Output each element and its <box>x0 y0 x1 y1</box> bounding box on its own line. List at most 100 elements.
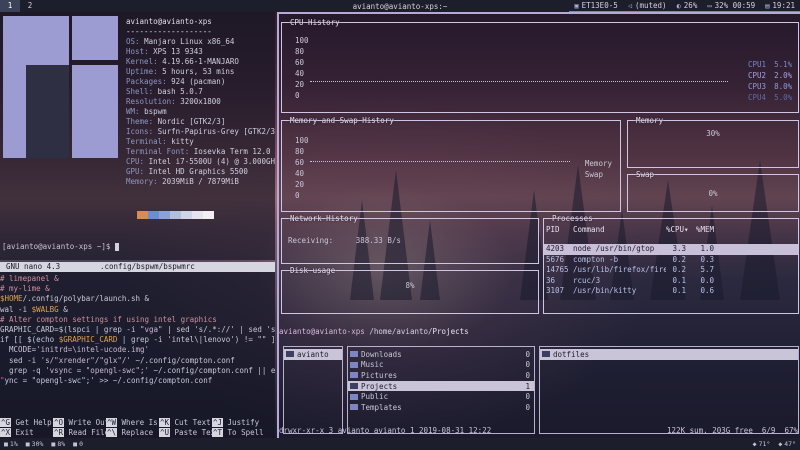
col-cpu[interactable]: %CPU▾ <box>666 225 689 234</box>
status-module-text: ET13E0-5 <box>581 1 618 10</box>
ranger-item[interactable]: Pictures 0 <box>348 370 534 381</box>
fan-icon: ◆ <box>778 440 783 448</box>
cpu-graph-line <box>310 76 728 82</box>
ranger-item[interactable]: Templates 0 <box>348 402 534 413</box>
nano-token: # Alter compton settings if using intel … <box>0 314 217 324</box>
nano-line: "ync = "opengl-swc";' >> ~/.config/compt… <box>0 376 275 386</box>
ranger-item[interactable]: Music 0 <box>348 360 534 371</box>
nano-line: GRAPHIC_CARD=$(lspci | grep -i "vga" | s… <box>0 325 275 335</box>
nano-shortcut[interactable]: ^K Cut Text <box>159 418 212 428</box>
ranger-parent-column[interactable]: avianto <box>283 346 343 434</box>
terminal-neofetch[interactable]: avianto@avianto-xps ------------------- … <box>0 12 275 260</box>
clock-icon: ▤ <box>765 1 770 10</box>
volume-icon: ◁ <box>627 1 632 10</box>
col-command[interactable]: Command <box>573 225 666 234</box>
ranger-item[interactable]: dotfiles <box>540 349 798 360</box>
col-mem[interactable]: %MEM <box>686 225 714 234</box>
nano-shortcut[interactable]: ^T To Spell <box>212 428 265 438</box>
neofetch-key: OS <box>126 37 136 46</box>
nano-filename: .config/bspwm/bspwmrc <box>100 262 195 271</box>
ranger-list[interactable]: dotfiles <box>540 347 798 360</box>
network-receiving: Receiving: 388.33 B/s <box>288 236 401 245</box>
nano-shortcut[interactable]: ^\ Replace <box>106 428 159 438</box>
terminal-gtop-ranger[interactable]: CPU History 100 80 60 40 20 0 CPU1 5.1% CPU2 2.0… <box>277 12 800 438</box>
status-module[interactable]: ▣ ET13E0-5 <box>569 0 623 12</box>
status-module[interactable]: ▭ 32% 00:59 <box>702 0 761 12</box>
process-row[interactable]: 5676 compton -b 0.2 0.3 <box>544 255 798 266</box>
process-command: /usr/lib/firefox/firefox <box>573 265 666 274</box>
ranger-current-column[interactable]: Downloads 0 Music 0 Pictures 0 Projects 1 Public… <box>347 346 535 434</box>
col-pid[interactable]: PID <box>546 225 573 234</box>
net-icon: ■ <box>73 440 78 448</box>
ranger-item[interactable]: Downloads 0 <box>348 349 534 360</box>
status-module-text: 32% 00:59 <box>714 1 756 10</box>
bottom-module-text: 8% <box>57 440 66 448</box>
ranger-file-info: drwxr-xr-x 3 avianto avianto 1 2019-08-3… <box>279 426 492 435</box>
status-modules: ▣ ET13E0-5 ◁ (muted) ◐ 26% ▭ 32% 00:59 ▤ 19:21 <box>569 0 800 12</box>
shell-prompt[interactable]: [avianto@avianto-xps ~]$ <box>2 242 119 251</box>
nano-shortcut[interactable]: ^R Read File <box>53 428 109 438</box>
cpu-axis-tick: 0 <box>295 91 300 100</box>
status-module[interactable]: ◐ 26% <box>671 0 703 12</box>
memory-gauge-value: 30% <box>706 129 720 138</box>
memswap-axis-tick: 40 <box>295 169 305 178</box>
ranger-item[interactable]: avianto <box>284 349 342 360</box>
nano-token: $WALBG <box>31 304 59 314</box>
neofetch-row: Resolution: 3200x1800 <box>126 97 275 107</box>
neofetch-key: Memory <box>126 177 154 186</box>
ranger-preview-column[interactable]: dotfiles <box>539 346 799 434</box>
bottom-bar: ■ 1% ■ 30% ■ 8% ■ 0 ◆ 71° ◆ 47° <box>0 438 800 450</box>
bottom-module: ■ 1% <box>0 440 22 448</box>
neofetch-row: Uptime: 5 hours, 53 mins <box>126 67 275 77</box>
nano-token: ync = "opengl-swc";' >> ~/.config/compto… <box>4 376 213 386</box>
cpu-axis: 100 80 60 40 20 0 <box>295 35 309 101</box>
status-module[interactable]: ▤ 19:21 <box>760 0 800 12</box>
cpu-legend-item: CPU3 8.0% <box>748 81 792 92</box>
nano-token: # my-lime & <box>0 284 50 294</box>
nano-shortcut[interactable]: ^W Where Is <box>106 418 159 428</box>
neofetch-row: Theme: Nordic [GTK2/3] <box>126 117 275 127</box>
ranger-list[interactable]: avianto <box>284 347 342 360</box>
ranger-item-count: 0 <box>525 360 530 370</box>
processes-title: Processes <box>552 214 593 223</box>
neofetch-colon: : <box>153 57 163 66</box>
neofetch-colon: : <box>153 177 163 186</box>
shortcut-key: ^K <box>159 418 171 427</box>
process-row[interactable]: 3107/usr/bin/kitty 0.1 0.6 <box>544 286 798 297</box>
cpu-legend-name: CPU2 <box>748 71 767 80</box>
nano-shortcut-row: ^G Get Help ^O Write Out ^W Where Is ^K Cut… <box>0 418 275 428</box>
nano-editor[interactable]: # limepanel & # my-lime & $HOME/.config/po… <box>0 272 275 386</box>
nano-shortcut[interactable]: ^J Justify <box>212 418 265 428</box>
nano-shortcut[interactable]: ^G Get Help <box>0 418 53 428</box>
bottom-module-text: 1% <box>9 440 18 448</box>
nano-token: 'initrd=\intel-ucode.img' <box>36 345 150 355</box>
nano-token: sed -i <box>0 355 41 365</box>
nano-token: if [[ $(echo <box>0 335 59 345</box>
swap-legend-label: Swap <box>584 170 603 179</box>
folder-icon <box>542 351 550 358</box>
process-row[interactable]: 4203 node /usr/bin/gtop 3.3 1.0 <box>544 244 798 255</box>
nano-shortcut[interactable]: ^U Paste Text <box>159 428 220 438</box>
neofetch-key: Terminal Font <box>126 147 185 156</box>
process-row[interactable]: 36 rcuc/3 0.1 0.0 <box>544 276 798 287</box>
neofetch-key: Host <box>126 47 145 56</box>
nano-shortcut[interactable]: ^O Write Out <box>53 418 109 428</box>
ranger-item[interactable]: Public 0 <box>348 391 534 402</box>
ranger-item[interactable]: Projects 1 <box>348 380 534 392</box>
color-swatch <box>203 211 214 219</box>
process-list[interactable]: 4203 node /usr/bin/gtop 3.3 1.0 5676 compton … <box>544 244 798 297</box>
terminal-nano[interactable]: GNU nano 4.3 .config/bspwm/bspwmrc # lim… <box>0 262 275 438</box>
status-module[interactable]: ◁ (muted) <box>622 0 672 12</box>
nano-shortcut[interactable]: ^X Exit <box>0 428 53 438</box>
neofetch-key: GPU <box>126 167 140 176</box>
process-row[interactable]: 14765/usr/lib/firefox/firefox 0.2 5.7 <box>544 265 798 276</box>
neofetch-key: WM <box>126 107 136 116</box>
ranger-item-name: Public <box>361 392 389 402</box>
nano-version: GNU nano 4.3 <box>6 262 61 271</box>
nano-token: MCODE= <box>0 345 37 355</box>
workspace-1[interactable]: 1 <box>0 0 20 12</box>
ranger-list[interactable]: Downloads 0 Music 0 Pictures 0 Projects 1 Public… <box>348 347 534 413</box>
workspace-2[interactable]: 2 <box>20 0 40 12</box>
cpu-axis-tick: 60 <box>295 58 305 67</box>
neofetch-key: Kernel <box>126 57 154 66</box>
